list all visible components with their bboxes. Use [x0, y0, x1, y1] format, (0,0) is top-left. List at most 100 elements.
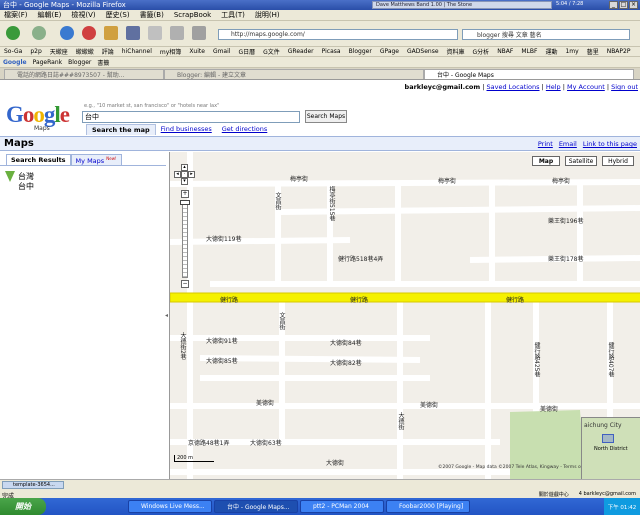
menu-file[interactable]: 檔案(F) [4, 10, 28, 20]
street-label: 文昌街 [274, 192, 281, 210]
window-titlebar[interactable]: 台中 - Google Maps - Mozilla Firefox Dave … [0, 0, 640, 10]
my-account-link[interactable]: My Account [567, 83, 605, 91]
bookmark-item[interactable]: my相簿 [160, 47, 181, 56]
sign-out-link[interactable]: Sign out [611, 83, 638, 91]
menu-view[interactable]: 檢視(V) [71, 10, 95, 20]
tab-blog[interactable]: 電話的網路日誌###8973507 - 幫助... [4, 69, 164, 79]
zoom-slider-handle[interactable] [180, 200, 190, 205]
bookmark-item[interactable]: Picasa [322, 48, 341, 55]
bookmark-item[interactable]: Blogger [349, 48, 372, 55]
tab-blogger[interactable]: Blogger: 編輯 - 建立文章 [164, 69, 424, 79]
menu-bar: 檔案(F) 編輯(E) 檢視(V) 歷史(S) 書籤(B) ScrapBook … [0, 10, 640, 21]
status-right-item[interactable]: 4 barkleyc@gmail.com [579, 491, 636, 498]
street-label: 大德街63巷 [250, 440, 282, 447]
window-title: 台中 - Google Maps - Mozilla Firefox [3, 1, 126, 9]
collapse-sidebar-icon[interactable]: ◂ [165, 312, 168, 319]
pan-left-icon[interactable]: ◂ [174, 171, 181, 178]
bookmark-item[interactable]: 蠍蠍蠍 [76, 47, 94, 56]
bookmark-item[interactable]: G分析 [473, 47, 490, 56]
bookmark-item[interactable]: 資料庫 [447, 47, 465, 56]
tab-get-directions[interactable]: Get directions [217, 124, 273, 135]
forward-icon[interactable] [32, 26, 46, 40]
bookmark-item[interactable]: Xuite [189, 48, 205, 55]
status-right-item[interactable]: 關於遊戲中心 [539, 491, 569, 498]
overview-map[interactable]: aichung City North District [581, 417, 640, 479]
map-type-map-button[interactable]: Map [532, 156, 560, 166]
bookmark-icon[interactable] [126, 26, 140, 40]
bookmark-item[interactable]: hiChannel [122, 48, 152, 55]
minimize-icon[interactable]: _ [609, 1, 618, 9]
result-marker-icon[interactable] [5, 171, 15, 182]
menu-scrapbook[interactable]: ScrapBook [174, 11, 211, 19]
bookmark-item[interactable]: p2p [30, 48, 41, 55]
taskbar-item[interactable]: Foobar2000 [Playing] [386, 500, 470, 513]
map-type-hybrid-button[interactable]: Hybrid [602, 156, 634, 166]
tab-search-results[interactable]: Search Results [6, 154, 71, 165]
bookmark-item[interactable]: GReader [288, 48, 314, 55]
bookmark-item[interactable]: NBAP2P [607, 48, 631, 55]
download-item[interactable]: template-3654... [2, 481, 64, 489]
home-icon[interactable] [104, 26, 118, 40]
map-scale: 200 m [174, 455, 214, 462]
close-icon[interactable]: × [629, 1, 638, 9]
taskbar-item[interactable]: ptt2 - PCMan 2004 [300, 500, 384, 513]
menu-edit[interactable]: 編輯(E) [38, 10, 62, 20]
overview-viewport[interactable] [602, 434, 614, 443]
search-input[interactable]: blogger 搜尋 文章 藝名 [462, 29, 630, 40]
pan-down-icon[interactable]: ▾ [181, 178, 188, 185]
saved-locations-link[interactable]: Saved Locations [487, 83, 540, 91]
map-type-satellite-button[interactable]: Satellite [565, 156, 597, 166]
windows-taskbar: 開始 Windows Live Mess... 台中 - Google Maps… [0, 498, 640, 515]
taskbar-clock[interactable]: 下午 01:42 [604, 498, 640, 515]
media-player-bar[interactable]: Dave Matthews Band 1.00 | The Stone [372, 1, 552, 9]
bookmark-item[interactable]: 1my [565, 48, 578, 55]
pan-center-icon[interactable]: · [181, 171, 188, 178]
menu-history[interactable]: 歷史(S) [106, 10, 130, 20]
taskbar-item[interactable]: 台中 - Google Maps... [214, 500, 298, 513]
menu-bookmarks[interactable]: 書籤(B) [140, 10, 164, 20]
url-input[interactable]: http://maps.google.com/ [218, 29, 458, 40]
bookmark-item[interactable]: G文件 [263, 47, 280, 56]
taskbar-item[interactable]: Windows Live Mess... [128, 500, 212, 513]
tab-google-maps[interactable]: 台中 - Google Maps [424, 69, 634, 79]
bookmark-item[interactable]: GPage [380, 48, 399, 55]
menu-tools[interactable]: 工具(T) [221, 10, 245, 20]
maximize-icon[interactable]: □ [619, 1, 628, 9]
tab-search-the-map[interactable]: Search the map [86, 124, 156, 135]
pan-up-icon[interactable]: ▴ [181, 164, 188, 171]
bookmark-item[interactable]: 運動 [545, 47, 557, 56]
email-link[interactable]: Email [559, 140, 577, 148]
bookmark-item[interactable]: G日曆 [238, 47, 255, 56]
blogger-icon[interactable]: Blogger [68, 59, 91, 66]
bookmark-item[interactable]: GADSense [407, 48, 439, 55]
zoom-out-icon[interactable]: − [181, 280, 189, 288]
download-icon[interactable] [170, 26, 184, 40]
print-icon[interactable] [148, 26, 162, 40]
bookmark-item[interactable]: NBAF [497, 48, 513, 55]
tab-find-businesses[interactable]: Find businesses [156, 124, 217, 135]
bookmark-item[interactable]: 天蠍座 [50, 47, 68, 56]
link-to-page-link[interactable]: Link to this page [583, 140, 637, 148]
search-maps-button[interactable]: Search Maps [305, 110, 347, 123]
bookmark-item[interactable]: Gmail [213, 48, 231, 55]
google-toolbar-logo[interactable]: Google [3, 59, 27, 66]
bookmark-item[interactable]: 評論 [102, 47, 114, 56]
tab-my-maps[interactable]: My Maps New! [70, 154, 122, 165]
print-link[interactable]: Print [538, 140, 553, 148]
zoom-slider[interactable] [182, 200, 188, 278]
pan-right-icon[interactable]: ▸ [188, 171, 195, 178]
maps-search-input[interactable]: 台中 [82, 111, 300, 123]
help-link[interactable]: Help [546, 83, 561, 91]
map-canvas[interactable]: Map Satellite Hybrid ▴ ◂ · ▸ ▾ + − 梅亭街 梅… [169, 152, 640, 479]
stop-icon[interactable] [82, 26, 96, 40]
bookmark-item[interactable]: MLBF [521, 48, 537, 55]
bookmark-item[interactable]: So-Ga [4, 48, 22, 55]
menu-help[interactable]: 說明(H) [255, 10, 280, 20]
zoom-in-icon[interactable]: + [181, 190, 189, 198]
bookmark-item[interactable]: 藝里 [587, 47, 599, 56]
back-icon[interactable] [6, 26, 20, 40]
reload-icon[interactable] [60, 26, 74, 40]
start-button[interactable]: 開始 [0, 498, 46, 515]
bookmarks-icon[interactable]: 書籤 [97, 58, 109, 67]
history-icon[interactable] [192, 26, 206, 40]
